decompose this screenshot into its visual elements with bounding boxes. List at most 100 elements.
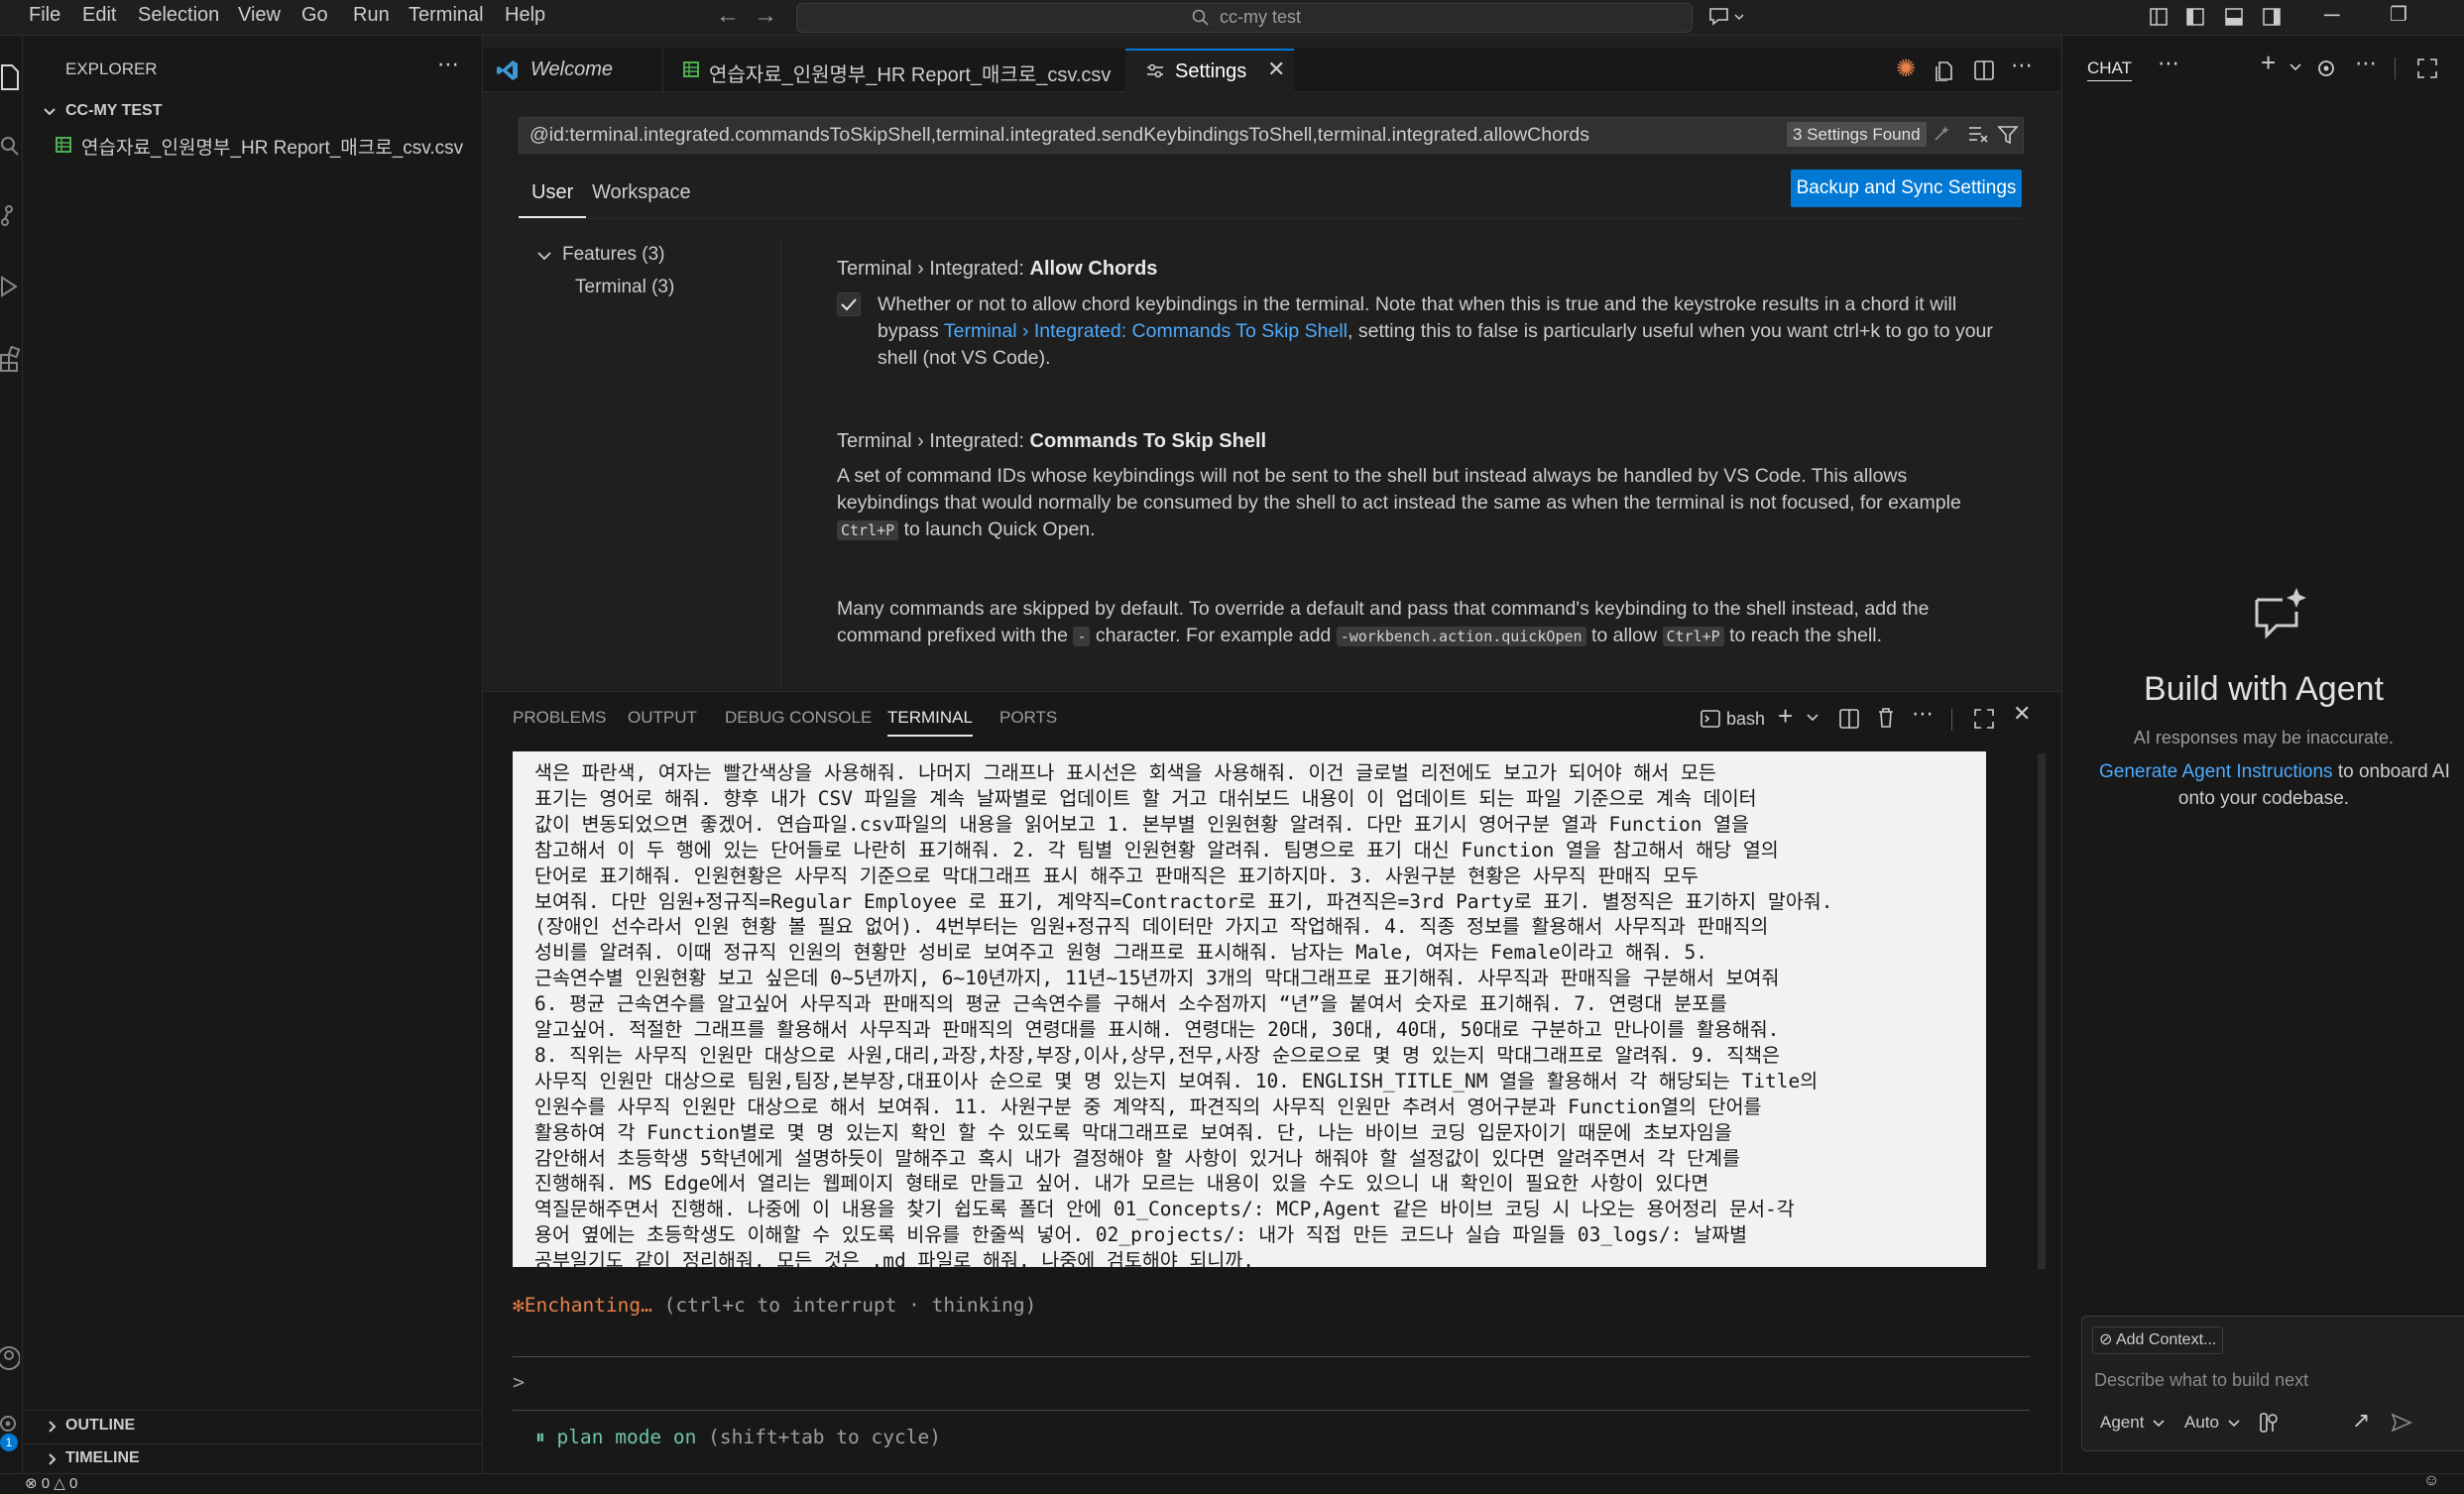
back-arrow-icon[interactable]: ← — [716, 2, 740, 30]
csv-file-icon — [56, 137, 71, 153]
clear-filter-icon[interactable] — [1932, 124, 1953, 146]
restore-icon[interactable]: ❐ — [2390, 2, 2407, 27]
terminal-line: 활용하여 각 Function별로 몇 명 있는지 확인 할 수 있도록 막대그… — [534, 1120, 1732, 1144]
status-bar: ⊗ 0 △ 0 ☺ — [0, 1472, 2464, 1494]
terminal-shell-name[interactable]: bash — [1726, 709, 1765, 730]
account-icon[interactable] — [0, 1344, 20, 1372]
editor-more-icon[interactable]: ⋯ — [2011, 53, 2033, 78]
menu-edit[interactable]: Edit — [82, 4, 116, 27]
copilot-chat-icon[interactable] — [1707, 5, 1747, 29]
split-terminal-icon[interactable] — [1838, 708, 1860, 730]
model-select[interactable]: Auto — [2184, 1413, 2219, 1433]
settings-search-value: @id:terminal.integrated.commandsToSkipSh… — [529, 124, 1590, 146]
chevron-down-icon[interactable] — [1806, 712, 1819, 724]
setting-commands-skip-shell-description: A set of command IDs whose keybindings w… — [837, 463, 1961, 544]
menu-terminal[interactable]: Terminal — [409, 4, 484, 27]
chat-settings-gear-icon[interactable] — [2315, 57, 2337, 79]
tab-csv-file[interactable]: 연습자료_인원명부_HR Report_매크로_csv.csv — [662, 49, 1114, 91]
toc-terminal[interactable]: Terminal (3) — [575, 277, 674, 298]
menu-go[interactable]: Go — [301, 4, 328, 27]
toggle-secondary-sidebar-icon[interactable] — [2262, 7, 2282, 27]
chevron-down-icon[interactable] — [2152, 1418, 2166, 1430]
run-debug-icon[interactable] — [0, 274, 20, 299]
maximize-panel-icon[interactable] — [1973, 708, 1995, 730]
maximize-chat-icon[interactable] — [2416, 57, 2438, 79]
plan-mode-indicator: ⏸ plan mode on (shift+tab to cycle) — [535, 1426, 941, 1448]
menu-view[interactable]: View — [238, 4, 281, 27]
chevron-down-icon[interactable] — [2288, 61, 2302, 73]
chevron-down-icon[interactable] — [2227, 1418, 2241, 1430]
customize-layout-icon[interactable] — [2149, 7, 2169, 27]
commands-to-skip-shell-link[interactable]: Terminal › Integrated: Commands To Skip … — [944, 320, 1348, 342]
generate-instructions-link[interactable]: Generate Agent Instructions — [2099, 761, 2333, 782]
allow-chords-checkbox[interactable] — [837, 292, 861, 316]
setting-allow-chords-title: Terminal › Integrated: Allow Chords — [837, 258, 1157, 281]
search-activity-icon[interactable] — [0, 135, 20, 159]
forward-arrow-icon[interactable]: → — [754, 2, 777, 30]
folder-header[interactable]: CC-MY TEST — [23, 99, 482, 125]
source-control-icon[interactable] — [0, 204, 20, 228]
chat-input-placeholder[interactable]: Describe what to build next — [2094, 1370, 2308, 1391]
clear-search-icon[interactable] — [1967, 124, 1989, 146]
new-chat-icon[interactable]: + — [2261, 48, 2276, 78]
terminal-line: 단어로 표기해줘. 인원현황은 사무직 기준으로 막대그래프 표시 해주고 판매… — [534, 863, 1699, 887]
accounts-status-icon[interactable]: ☺ — [2423, 1472, 2439, 1490]
settings-search-input[interactable]: @id:terminal.integrated.commandsToSkipSh… — [519, 117, 2024, 154]
claude-spark-icon[interactable]: ✺ — [1896, 55, 1916, 83]
extensions-icon[interactable] — [0, 345, 20, 373]
filter-icon[interactable] — [1997, 124, 2019, 146]
terminal-scrollbar[interactable] — [2038, 753, 2046, 1269]
more-actions-icon[interactable]: ⋯ — [437, 52, 459, 77]
chat-overflow-icon[interactable]: ⋯ — [2355, 51, 2377, 76]
menu-file[interactable]: File — [29, 4, 60, 27]
agent-mode-select[interactable]: Agent — [2100, 1413, 2144, 1433]
add-context-label: Add Context... — [2115, 1331, 2217, 1348]
add-context-button[interactable]: ⊘ Add Context... — [2092, 1326, 2224, 1354]
explorer-icon[interactable] — [0, 63, 20, 91]
tab-welcome[interactable]: Welcome — [483, 49, 661, 91]
tools-icon[interactable] — [2259, 1412, 2279, 1434]
kill-terminal-trash-icon[interactable] — [1876, 707, 1896, 729]
tab-label: Settings — [1175, 60, 1247, 82]
tab-settings[interactable]: Settings ✕ — [1125, 49, 1294, 92]
split-editor-icon[interactable] — [1973, 59, 1995, 81]
toggle-panel-icon[interactable] — [2224, 7, 2244, 27]
delegate-arrow-icon[interactable]: ↗ — [2352, 1408, 2370, 1434]
tab-debug-console[interactable]: DEBUG CONSOLE — [725, 708, 872, 728]
tab-label: Welcome — [530, 58, 613, 80]
outline-section[interactable]: OUTLINE — [23, 1413, 482, 1440]
tab-label: 연습자료_인원명부_HR Report_매크로_csv.csv — [709, 64, 1112, 86]
panel-more-icon[interactable]: ⋯ — [1912, 701, 1934, 727]
command-center[interactable]: cc-my test — [796, 3, 1693, 33]
menu-selection[interactable]: Selection — [138, 4, 219, 27]
close-panel-icon[interactable]: ✕ — [2013, 701, 2031, 727]
chat-header[interactable]: CHAT — [2087, 58, 2133, 81]
send-icon[interactable] — [2391, 1412, 2412, 1434]
file-item[interactable]: 연습자료_인원명부_HR Report_매크로_csv.csv — [23, 129, 482, 159]
backup-sync-button[interactable]: Backup and Sync Settings — [1791, 170, 2022, 207]
problems-status[interactable]: ⊗ 0 △ 0 — [25, 1474, 77, 1492]
close-tab-icon[interactable]: ✕ — [1267, 57, 1285, 82]
terminal-line: 8. 직위는 사무직 인원만 대상으로 사원,대리,과장,차장,부장,이사,상무… — [534, 1043, 1781, 1067]
tab-terminal[interactable]: TERMINAL — [887, 708, 973, 737]
menu-run[interactable]: Run — [353, 4, 390, 27]
open-changes-icon[interactable] — [1935, 59, 1954, 81]
minimize-icon[interactable]: ─ — [2324, 2, 2340, 28]
new-terminal-icon[interactable]: + — [1778, 701, 1793, 732]
terminal-line: 감안해서 초등학생 5학년에게 설명하듯이 말해주고 혹시 내가 결정해야 할 … — [534, 1146, 1740, 1170]
terminal-output[interactable]: 색은 파란색, 여자는 빨간색상을 사용해줘. 나머지 그래프나 표시선은 회색… — [513, 751, 1986, 1272]
settings-found-badge: 3 Settings Found — [1787, 122, 1927, 147]
terminal-line: 보여줘. 다만 임원+정규직=Regular Employee 로 표기, 계약… — [534, 889, 1833, 913]
menu-help[interactable]: Help — [505, 4, 545, 27]
scope-tab-user[interactable]: User — [519, 178, 587, 218]
tab-problems[interactable]: PROBLEMS — [513, 708, 606, 728]
scope-tab-workspace[interactable]: Workspace — [592, 178, 691, 216]
tab-ports[interactable]: PORTS — [999, 708, 1057, 728]
toggle-sidebar-icon[interactable] — [2185, 7, 2205, 27]
tab-output[interactable]: OUTPUT — [628, 708, 697, 728]
timeline-section[interactable]: TIMELINE — [23, 1445, 482, 1473]
terminal-prompt-input[interactable]: > — [513, 1370, 2030, 1400]
terminal-line: (장애인 선수라서 인원 현황 볼 필요 없어). 4번부터는 임원+정규직 데… — [534, 915, 1769, 939]
chevron-down-icon — [537, 252, 551, 261]
chat-more-icon[interactable]: ⋯ — [2158, 51, 2179, 76]
